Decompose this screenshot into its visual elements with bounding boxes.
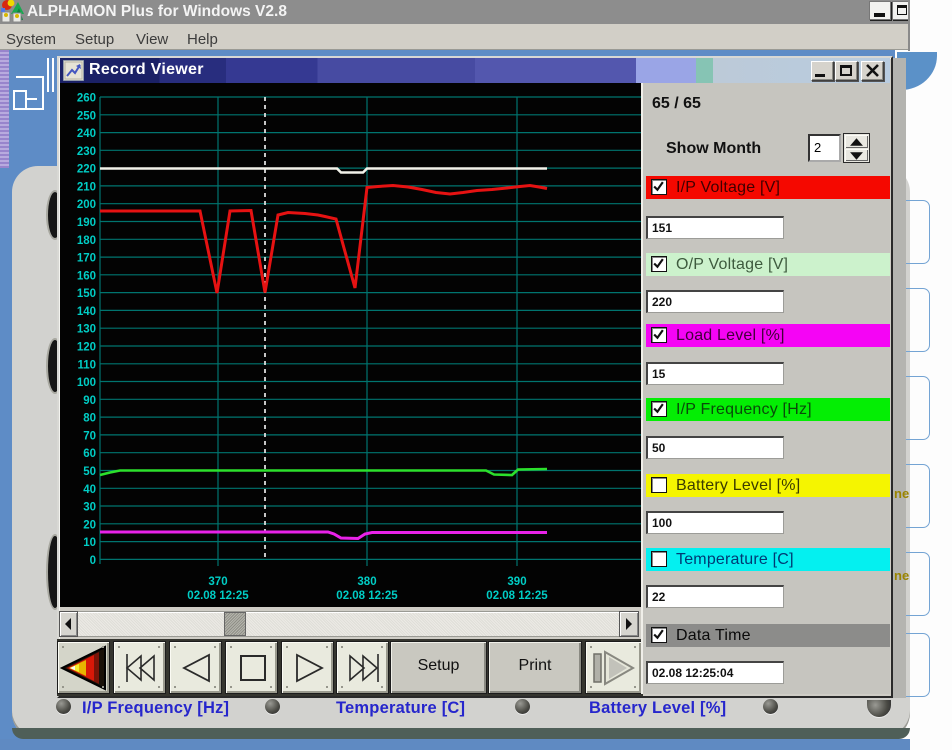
svg-text:170: 170	[77, 253, 96, 265]
svg-text:02.08 12:25: 02.08 12:25	[187, 590, 249, 602]
svg-text:120: 120	[77, 342, 96, 354]
svg-text:150: 150	[77, 288, 96, 300]
svg-text:100: 100	[77, 377, 96, 389]
svg-text:80: 80	[83, 413, 96, 425]
svg-text:390: 390	[507, 576, 526, 588]
svg-text:02.08 12:25: 02.08 12:25	[336, 590, 398, 602]
svg-text:180: 180	[77, 235, 96, 247]
svg-text:70: 70	[83, 430, 96, 442]
svg-text:02.08 12:25: 02.08 12:25	[486, 590, 548, 602]
svg-text:50: 50	[83, 466, 96, 478]
svg-text:200: 200	[77, 199, 96, 211]
svg-text:370: 370	[208, 576, 227, 588]
svg-text:140: 140	[77, 306, 96, 318]
svg-text:0: 0	[90, 555, 96, 567]
svg-text:250: 250	[77, 110, 96, 122]
svg-text:110: 110	[77, 359, 96, 371]
svg-text:190: 190	[77, 217, 96, 229]
svg-text:260: 260	[77, 93, 96, 105]
svg-text:240: 240	[77, 128, 96, 140]
svg-text:220: 220	[77, 164, 96, 176]
svg-text:230: 230	[77, 146, 96, 158]
svg-text:30: 30	[83, 502, 96, 514]
svg-text:10: 10	[83, 537, 96, 549]
svg-text:130: 130	[77, 324, 96, 336]
svg-text:160: 160	[77, 270, 96, 282]
svg-text:60: 60	[83, 448, 96, 460]
svg-text:20: 20	[83, 519, 96, 531]
svg-text:40: 40	[83, 484, 96, 496]
svg-text:380: 380	[357, 576, 376, 588]
svg-text:210: 210	[77, 181, 96, 193]
svg-text:90: 90	[83, 395, 96, 407]
